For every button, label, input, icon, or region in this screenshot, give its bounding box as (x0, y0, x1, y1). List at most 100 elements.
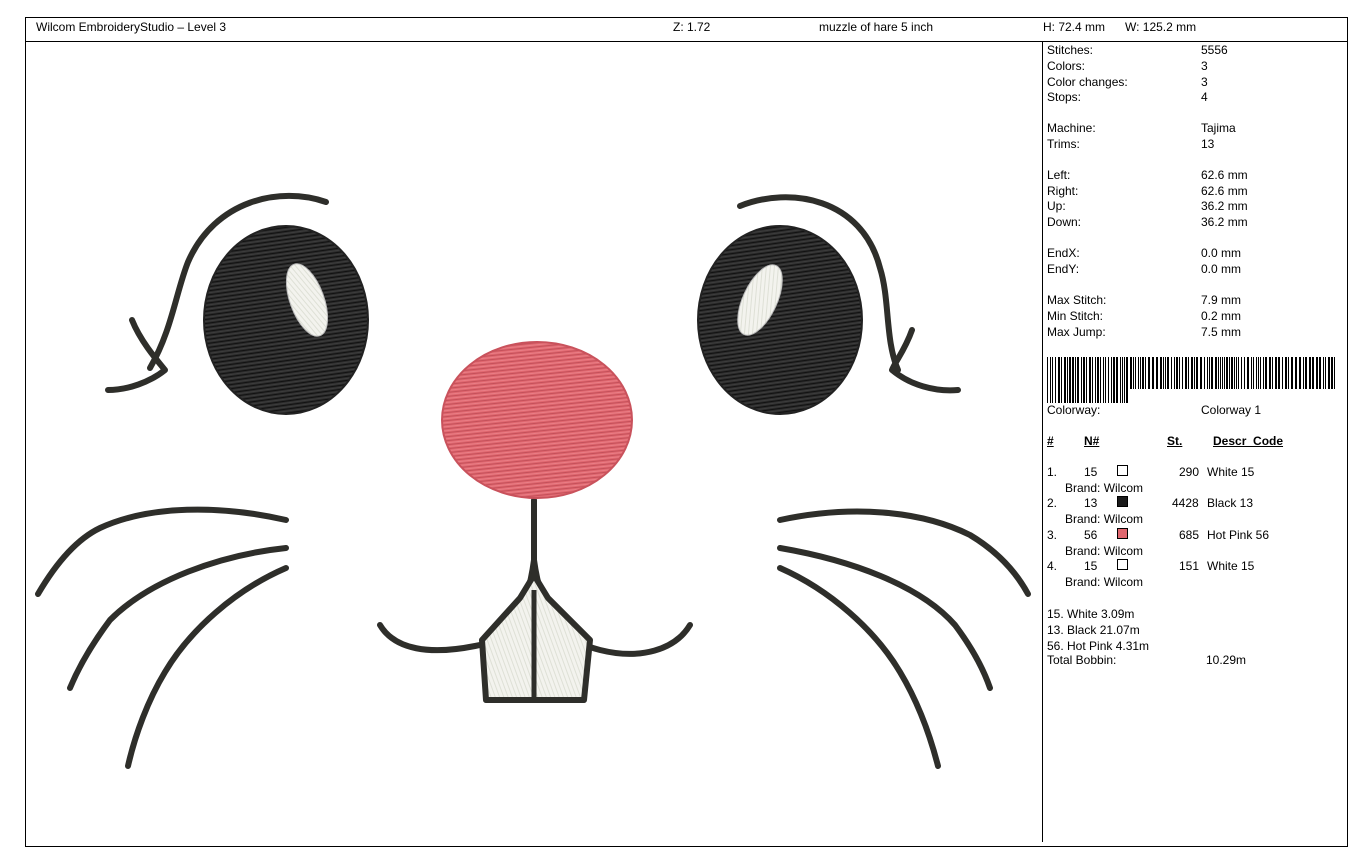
app-title: Wilcom EmbroideryStudio – Level 3 (36, 20, 227, 34)
barcode-bar (1089, 357, 1091, 403)
left-eye-lash (105, 317, 168, 393)
barcode-bar (1133, 357, 1134, 389)
barcode-bar (1179, 357, 1180, 389)
barcode-bar (1247, 357, 1249, 389)
barcode-bar (1072, 357, 1074, 403)
barcode-bar (1220, 357, 1221, 389)
total-bobbin: Total Bobbin: 10.29m (1047, 653, 1247, 667)
barcode-bar (1167, 357, 1169, 389)
stat-row: Stitches: 5556 (1047, 43, 1228, 57)
design-height: H: 72.4 mm (1043, 20, 1106, 34)
barcode-bar (1095, 357, 1096, 403)
barcode-bar (1103, 357, 1104, 403)
barcode-bar (1055, 357, 1056, 403)
barcode-bar (1234, 357, 1235, 389)
barcode-bar (1092, 357, 1093, 403)
barcode-bar (1278, 357, 1280, 389)
design-name: muzzle of hare 5 inch (819, 20, 934, 34)
barcode-bar (1182, 357, 1183, 389)
barcode-bar (1113, 357, 1115, 403)
color-swatch (1117, 559, 1128, 570)
barcode-bar (1319, 357, 1321, 389)
table-header-descr: Descr_Code (1213, 434, 1284, 448)
barcode-bar (1050, 357, 1051, 403)
design-canvas[interactable] (26, 43, 1042, 836)
barcode-bar (1058, 357, 1060, 403)
panel-divider (1042, 42, 1043, 842)
stat-row: Colors: 3 (1047, 59, 1208, 73)
barcode-bar (1309, 357, 1311, 389)
barcode-bar (1251, 357, 1252, 389)
table-header-n: N# (1084, 434, 1100, 448)
barcode-bar (1222, 357, 1223, 389)
table-header-num: # (1047, 434, 1054, 448)
barcode-bar (1256, 357, 1257, 389)
barcode-bar (1236, 357, 1237, 389)
barcode-bar (1126, 357, 1128, 403)
stat-row: Machine: Tajima (1047, 121, 1236, 135)
barcode-bar (1211, 357, 1213, 389)
barcode-bar (1331, 357, 1333, 389)
barcode-bar (1215, 357, 1217, 389)
colorway-row: Colorway: Colorway 1 (1047, 403, 1262, 417)
barcode-bar (1265, 357, 1267, 389)
barcode-bar (1295, 357, 1297, 389)
barcode-bar (1209, 357, 1210, 389)
table-row: 1. 15 290 White 15 (1047, 465, 1255, 479)
nose (441, 341, 633, 499)
stat-row: Color changes: 3 (1047, 75, 1208, 89)
barcode-bar (1081, 357, 1082, 403)
barcode-bar (1174, 357, 1175, 389)
table-row: 4. 15 151 White 15 (1047, 559, 1255, 573)
table-row: 2. 13 4428 Black 13 (1047, 496, 1254, 510)
barcode-bar (1086, 357, 1087, 403)
barcode-bar (1152, 357, 1154, 389)
barcode (1047, 357, 1335, 403)
table-row: 3. 56 685 Hot Pink 56 (1047, 528, 1270, 542)
barcode-bar (1204, 357, 1205, 389)
barcode-bar (1124, 357, 1125, 403)
barcode-bar (1108, 357, 1109, 403)
whisker-right-3 (777, 565, 941, 769)
barcode-bar (1269, 357, 1271, 389)
header-bar: Wilcom EmbroideryStudio – Level 3 Z: 1.7… (25, 17, 1348, 42)
barcode-bar (1282, 357, 1283, 389)
hare-muzzle-design (35, 193, 1031, 769)
barcode-bar (1328, 357, 1330, 389)
right-eye-lash (889, 327, 961, 394)
barcode-bar (1334, 357, 1335, 389)
barcode-bar (1097, 357, 1099, 403)
barcode-bar (1285, 357, 1287, 389)
barcode-bar (1263, 357, 1264, 389)
barcode-bar (1083, 357, 1085, 403)
brand-label: Brand: Wilcom (1065, 575, 1144, 589)
barcode-bar (1229, 357, 1230, 389)
brand-label: Brand: Wilcom (1065, 512, 1144, 526)
brand-label: Brand: Wilcom (1065, 544, 1144, 558)
barcode-bar (1207, 357, 1208, 389)
barcode-bar (1275, 357, 1277, 389)
barcode-bar (1316, 357, 1318, 389)
barcode-bar (1130, 357, 1132, 389)
barcode-bar (1176, 357, 1178, 389)
barcode-bar (1105, 357, 1106, 403)
barcode-bar (1163, 357, 1164, 389)
color-swatch (1117, 528, 1128, 539)
barcode-bar (1138, 357, 1139, 389)
barcode-bar (1194, 357, 1195, 389)
barcode-bar (1291, 357, 1293, 389)
stat-row: EndX: 0.0 mm (1047, 246, 1242, 260)
barcode-bar (1303, 357, 1304, 389)
whisker-right-2 (777, 545, 993, 691)
barcode-bar (1191, 357, 1193, 389)
barcode-bar (1253, 357, 1254, 389)
left-eye (203, 225, 369, 415)
barcode-bar (1148, 357, 1150, 389)
barcode-bar (1047, 357, 1048, 403)
stat-row: Down: 36.2 mm (1047, 215, 1248, 229)
barcode-bar (1224, 357, 1225, 389)
stat-row: EndY: 0.0 mm (1047, 262, 1242, 276)
whisker-left-2 (67, 545, 289, 691)
barcode-bar (1305, 357, 1307, 389)
barcode-bar (1241, 357, 1242, 389)
